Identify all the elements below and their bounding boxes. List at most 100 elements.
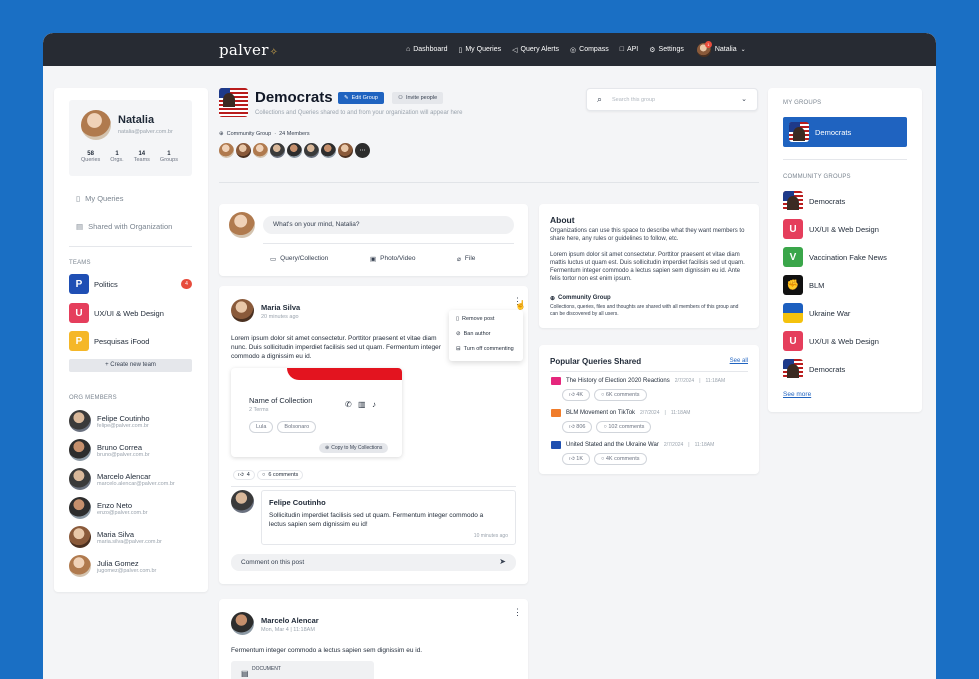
send-icon[interactable]: ➤ <box>499 557 506 566</box>
team-pesquisas-ifood[interactable]: P Pesquisas iFood <box>69 331 192 351</box>
bookmark-icon: ▯ <box>458 46 463 54</box>
post-body: Fermentum integer commodo a lectus sapie… <box>231 647 423 654</box>
collection-banner <box>287 368 402 380</box>
member-avatars[interactable]: ⋯ <box>219 143 370 158</box>
post-author[interactable]: Marcelo Alencar <box>261 616 319 625</box>
edit-icon: ✎ <box>344 95 349 101</box>
stat-groups[interactable]: 1 Groups <box>160 151 178 163</box>
group-item[interactable]: V Vaccination Fake News <box>783 247 906 267</box>
attach-query-button[interactable]: ▭ Query/Collection <box>270 255 328 263</box>
attached-document[interactable]: DOCUMENT ▤ <box>231 661 374 679</box>
teams-section-title: TEAMS <box>69 260 91 266</box>
profile-card[interactable]: Natalia natalia@palver.com.br 58 Queries … <box>69 100 192 176</box>
nav-my-queries[interactable]: ▯ My Queries <box>458 46 501 54</box>
post-author[interactable]: Maria Silva <box>261 303 300 312</box>
avatar <box>69 468 91 490</box>
like-button[interactable]: 👍︎ 4 <box>233 470 255 480</box>
post-options-icon[interactable]: ⋮ <box>513 607 522 618</box>
megaphone-icon: ◁ <box>512 46 518 54</box>
community-groups-title: COMMUNITY GROUPS <box>783 174 851 180</box>
composer-input[interactable]: What's on your mind, Natalia? <box>263 216 514 234</box>
group-search[interactable]: ⌕ Search this group ⌄ <box>586 88 758 111</box>
avatar <box>229 212 255 238</box>
search-input[interactable]: Search this group <box>612 97 655 103</box>
reply-author[interactable]: Felipe Coutinho <box>269 498 326 507</box>
member-row[interactable]: Enzo Neto enzo@palver.com.br <box>69 497 148 519</box>
group-item[interactable]: ✊ BLM <box>783 275 906 295</box>
edit-group-button[interactable]: ✎ Edit Group <box>338 92 384 104</box>
document-icon: ▤ <box>241 669 249 678</box>
nav-query-alerts[interactable]: ◁ Query Alerts <box>512 46 559 54</box>
group-item[interactable]: U UX/UI & Web Design <box>783 219 906 239</box>
reply-time: 10 minutes ago <box>473 533 508 539</box>
group-item[interactable]: Democrats <box>783 191 906 211</box>
my-group-democrats[interactable]: Democrats <box>783 117 907 147</box>
about-card: About Organizations can use this space t… <box>539 204 759 328</box>
nav-settings[interactable]: ⚙ Settings <box>649 46 684 54</box>
compass-icon: ◎ <box>570 46 577 54</box>
avatar <box>253 143 268 158</box>
nav-api[interactable]: □ API <box>620 46 639 53</box>
team-ux-ui[interactable]: U UX/UI & Web Design <box>69 303 192 323</box>
ban-author-item[interactable]: ⊘ Ban author <box>456 331 491 337</box>
more-members-button[interactable]: ⋯ <box>355 143 370 158</box>
popular-query-item[interactable]: The History of Election 2020 Reactions 2/… <box>551 377 747 401</box>
attach-file-button[interactable]: ⌀ File <box>457 255 475 263</box>
avatar <box>236 143 251 158</box>
turn-off-commenting-item[interactable]: ⊟ Turn off commenting <box>456 346 514 352</box>
likes-pill: 👍︎ 806 <box>562 421 593 433</box>
palver-logo[interactable]: palver✧ <box>219 41 278 59</box>
popular-query-item[interactable]: United Stated and the Ukraine War 2/7/202… <box>551 441 747 465</box>
sidebar-my-queries[interactable]: ▯ My Queries <box>76 194 123 203</box>
member-row[interactable]: Felipe Coutinho felipe@palver.com.br <box>69 410 150 432</box>
tag[interactable]: Lula <box>249 421 274 433</box>
add-user-icon: ⚇ <box>398 95 403 101</box>
app-window: palver✧ ⌂ Dashboard ▯ My Queries ◁ Query Al… <box>43 33 936 679</box>
chevron-down-icon[interactable]: ⌄ <box>741 95 747 103</box>
create-team-button[interactable]: + Create new team <box>69 359 192 372</box>
shared-collection[interactable]: Name of Collection 2 Terms ✆ ▥ ♪ Lula Bol… <box>231 368 402 457</box>
copy-to-collections-button[interactable]: ⊕ Copy to My Collections <box>319 443 389 453</box>
member-row[interactable]: Julia Gomez jugomez@palver.com.br <box>69 555 156 577</box>
group-subtitle: Collections and Queries shared to and fr… <box>255 110 463 116</box>
group-item[interactable]: Democrats <box>783 359 906 379</box>
member-row[interactable]: Maria Silva maria.silva@palver.com.br <box>69 526 162 548</box>
stat-teams[interactable]: 14 Teams <box>134 151 150 163</box>
comment-input[interactable]: Comment on this post ➤ <box>231 554 516 571</box>
stat-orgs[interactable]: 1 Orgs. <box>110 151 123 163</box>
notification-badge: 1 <box>704 40 712 48</box>
plus-circle-icon: ⊕ <box>325 445 330 451</box>
sidebar-shared-with-org[interactable]: ▤ Shared with Organization <box>76 222 172 231</box>
post-card: Marcelo Alencar Mon, Mar 4 | 11:18AM ⋮ F… <box>219 599 528 679</box>
team-politics[interactable]: P Politics 4 <box>69 274 192 294</box>
avatar <box>69 410 91 432</box>
comments-button[interactable]: ○ 6 comments <box>257 470 304 480</box>
unread-count-badge: 4 <box>181 279 192 289</box>
team-tile: P <box>69 331 89 351</box>
see-all-link[interactable]: See all <box>730 358 748 364</box>
team-tile: U <box>69 303 89 323</box>
group-title: Democrats <box>255 89 333 106</box>
user-menu[interactable]: 1 Natalia ⌄ <box>696 40 746 57</box>
group-tile: U <box>783 331 803 351</box>
collection-terms: 2 Terms <box>249 407 269 413</box>
member-row[interactable]: Marcelo Alencar marcelo.alencar@palver.co… <box>69 468 175 490</box>
ukraine-flag-avatar <box>783 303 803 323</box>
attach-photo-button[interactable]: ▣ Photo/Video <box>370 255 415 263</box>
comments-pill: ○ 6K comments <box>594 389 647 401</box>
avatar <box>219 143 234 158</box>
group-item[interactable]: Ukraine War <box>783 303 906 323</box>
group-item[interactable]: U UX/UI & Web Design <box>783 331 906 351</box>
member-row[interactable]: Bruno Correa bruno@palver.com.br <box>69 439 150 461</box>
tag[interactable]: Bolsonaro <box>277 421 317 433</box>
invite-people-button[interactable]: ⚇ Invite people <box>392 92 444 104</box>
remove-post-item[interactable]: ▯ Remove post <box>456 316 494 322</box>
group-avatar <box>219 88 248 117</box>
comment-off-icon: ⊟ <box>456 346 461 352</box>
nav-dashboard[interactable]: ⌂ Dashboard <box>406 46 447 53</box>
divider <box>263 243 514 244</box>
nav-compass[interactable]: ◎ Compass <box>570 46 609 54</box>
stat-queries[interactable]: 58 Queries <box>81 151 100 163</box>
popular-query-item[interactable]: BLM Movement on TikTok 2/7/2024 | 11:18AM 👍… <box>551 409 747 433</box>
see-more-link[interactable]: See more <box>783 391 811 398</box>
